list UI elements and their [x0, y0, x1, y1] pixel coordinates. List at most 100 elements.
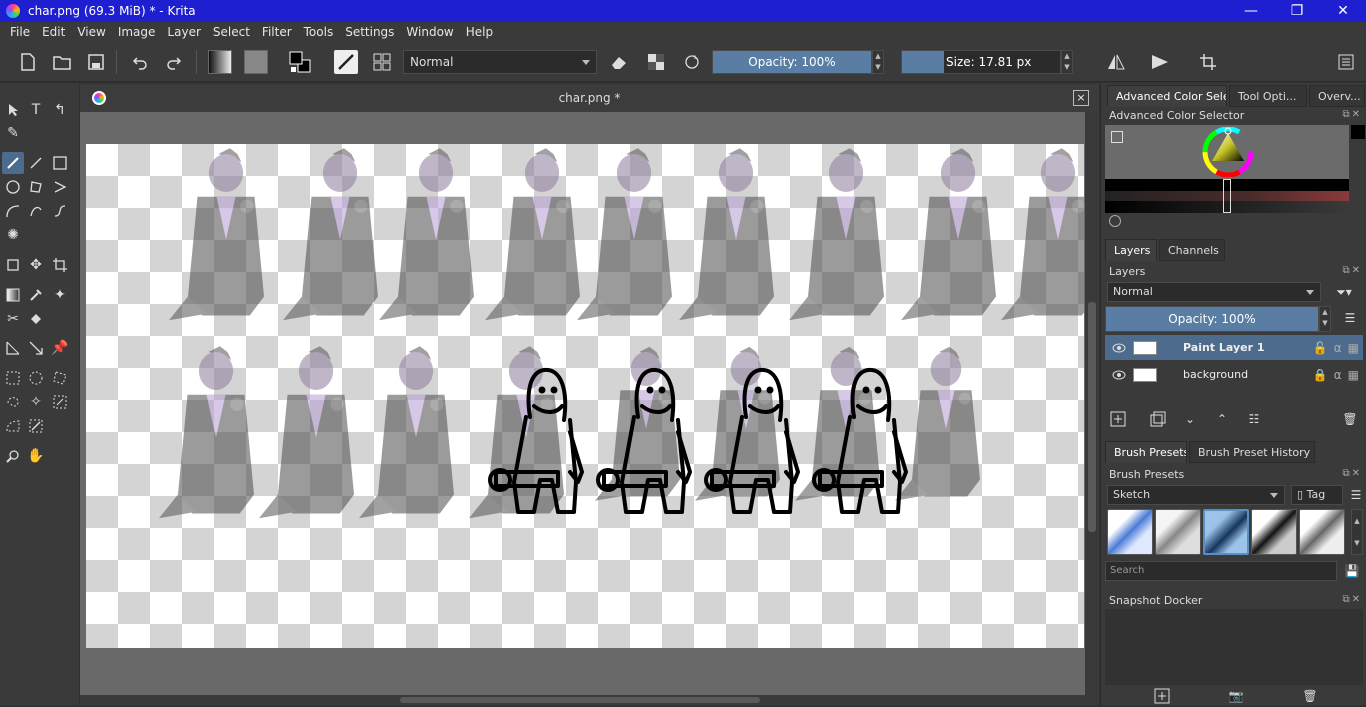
menu-tools[interactable]: Tools [298, 25, 340, 39]
brush-preset-thumb[interactable] [1155, 509, 1201, 555]
undo-icon[interactable] [128, 50, 152, 74]
ellipse-tool-icon[interactable] [2, 176, 24, 198]
layer-blend-mode-select[interactable]: Normal [1107, 282, 1321, 302]
menu-view[interactable]: View [71, 25, 111, 39]
menu-select[interactable]: Select [207, 25, 256, 39]
close-document-icon[interactable]: × [1073, 90, 1089, 106]
current-color-swatch[interactable] [1351, 125, 1365, 139]
vertical-scrollbar[interactable] [1085, 112, 1099, 705]
wrap-around-icon[interactable] [1196, 50, 1220, 74]
brush-view-options-icon[interactable]: ☰ [1345, 484, 1366, 506]
inherit-alpha-icon[interactable]: ▦ [1348, 368, 1359, 382]
brush-search-input[interactable]: Search [1105, 561, 1337, 581]
size-slider[interactable]: Size: 17.81 px [901, 50, 1061, 74]
eraser-icon[interactable] [607, 50, 631, 74]
snapshot-float-close-icon[interactable]: ⧉✕ [1342, 594, 1362, 605]
pattern-swatch[interactable] [244, 50, 268, 74]
tag-button[interactable]: ▯ Tag [1291, 485, 1343, 505]
brush-editor-grid-icon[interactable] [370, 50, 394, 74]
freehand-selection-icon[interactable] [2, 391, 24, 413]
fg-bg-color-swatch[interactable] [288, 50, 312, 74]
mirror-vertical-icon[interactable] [1148, 50, 1172, 74]
eye-icon[interactable] [1111, 367, 1127, 383]
tab-brush-preset-history[interactable]: Brush Preset History [1189, 441, 1315, 463]
color-picker-icon[interactable] [25, 284, 47, 306]
hamburger-menu-icon[interactable] [1334, 50, 1358, 74]
magic-wand-icon[interactable]: ✧ [25, 391, 47, 413]
brush-presets-scroll[interactable]: ▲ ▼ [1351, 509, 1363, 555]
calligraphy-icon[interactable]: ↰ [49, 99, 71, 121]
color-wheel[interactable] [1201, 127, 1255, 177]
brush-preset-thumb-selected[interactable] [1203, 509, 1249, 555]
tab-channels[interactable]: Channels [1159, 239, 1225, 261]
preserve-alpha-icon[interactable] [644, 50, 668, 74]
add-snapshot-icon[interactable] [1151, 685, 1173, 707]
menu-help[interactable]: Help [460, 25, 499, 39]
line-tool-icon[interactable] [25, 152, 47, 174]
duplicate-layer-icon[interactable] [1147, 408, 1169, 430]
redo-icon[interactable] [162, 50, 186, 74]
menu-image[interactable]: Image [112, 25, 162, 39]
tab-brush-presets[interactable]: Brush Presets [1105, 441, 1187, 463]
size-spinner[interactable]: ▲ ▼ [1061, 50, 1073, 74]
tab-overview[interactable]: Overv... [1309, 85, 1365, 107]
maximize-button[interactable]: ❐ [1274, 0, 1320, 22]
rect-selection-icon[interactable] [2, 367, 24, 389]
gradient-swatch[interactable] [208, 50, 232, 74]
freehand-brush-icon[interactable] [2, 152, 24, 174]
similar-color-selection-icon[interactable] [49, 391, 71, 413]
alpha-lock-icon[interactable]: α [1334, 341, 1342, 355]
menu-filter[interactable]: Filter [256, 25, 298, 39]
crop-tool-icon[interactable] [49, 254, 71, 276]
brush-preset-icon[interactable] [334, 50, 358, 74]
layer-opacity-slider[interactable]: Opacity: 100% [1105, 306, 1319, 332]
save-icon[interactable] [84, 50, 108, 74]
ellipse-selection-icon[interactable] [25, 367, 47, 389]
multibrush-icon[interactable]: ✺ [2, 224, 24, 246]
blend-mode-select[interactable]: Normal [403, 50, 597, 74]
tab-layers[interactable]: Layers [1105, 239, 1157, 261]
select-shapes-icon[interactable] [2, 99, 24, 121]
text-tool-icon[interactable]: T [25, 99, 47, 121]
menu-layer[interactable]: Layer [161, 25, 206, 39]
layer-opacity-spinner[interactable]: ▲ ▼ [1319, 306, 1331, 332]
freehand-path-icon[interactable] [25, 200, 47, 222]
document-tab[interactable]: char.png * × [80, 84, 1099, 112]
smart-patch-icon[interactable]: ✦ [49, 284, 71, 306]
bezier-selection-icon[interactable] [2, 415, 24, 437]
tab-tool-options[interactable]: Tool Opti... [1229, 85, 1307, 107]
layer-row-background[interactable]: background 🔒 α ▦ [1105, 362, 1363, 387]
docker-float-close-icon[interactable]: ⧉✕ [1342, 109, 1362, 120]
move-layer-up-icon[interactable]: ⌃ [1211, 408, 1233, 430]
new-document-icon[interactable] [16, 50, 40, 74]
lock-icon[interactable]: 🔒 [1313, 368, 1328, 382]
transform-tool-icon[interactable] [2, 254, 24, 276]
bezier-curve-icon[interactable] [2, 200, 24, 222]
delete-snapshot-icon[interactable]: 🗑 [1299, 685, 1321, 707]
drawing-canvas[interactable] [86, 144, 1096, 648]
add-layer-icon[interactable] [1107, 408, 1129, 430]
gradient-tool-icon[interactable] [2, 284, 24, 306]
opacity-slider[interactable]: Opacity: 100% [712, 50, 872, 74]
layer-filter-icon[interactable]: ⏷▾ [1325, 281, 1363, 303]
inherit-alpha-icon[interactable]: ▦ [1348, 341, 1359, 355]
lock-icon[interactable]: 🔓 [1313, 341, 1328, 355]
menu-edit[interactable]: Edit [36, 25, 71, 39]
move-tool-icon[interactable]: ✥ [25, 254, 47, 276]
save-search-icon[interactable]: 💾 [1341, 560, 1363, 582]
measure-tool-icon[interactable] [2, 337, 24, 359]
rectangle-tool-icon[interactable] [49, 152, 71, 174]
minimize-button[interactable]: — [1228, 0, 1274, 22]
brush-preset-thumb[interactable] [1107, 509, 1153, 555]
edit-shapes-icon[interactable]: ✎ [2, 122, 24, 144]
delete-layer-icon[interactable]: 🗑 [1339, 408, 1361, 430]
brush-preset-thumb[interactable] [1299, 509, 1345, 555]
reload-preset-icon[interactable] [680, 50, 704, 74]
brush-tag-select[interactable]: Sketch [1107, 485, 1285, 505]
color-settings-icon[interactable] [1111, 131, 1123, 143]
menu-window[interactable]: Window [400, 25, 459, 39]
polygon-tool-icon[interactable] [25, 176, 47, 198]
horizontal-scrollbar[interactable] [80, 695, 1085, 705]
assistant-tool-icon[interactable]: ✂ [2, 308, 24, 330]
opacity-spinner[interactable]: ▲ ▼ [872, 50, 884, 74]
